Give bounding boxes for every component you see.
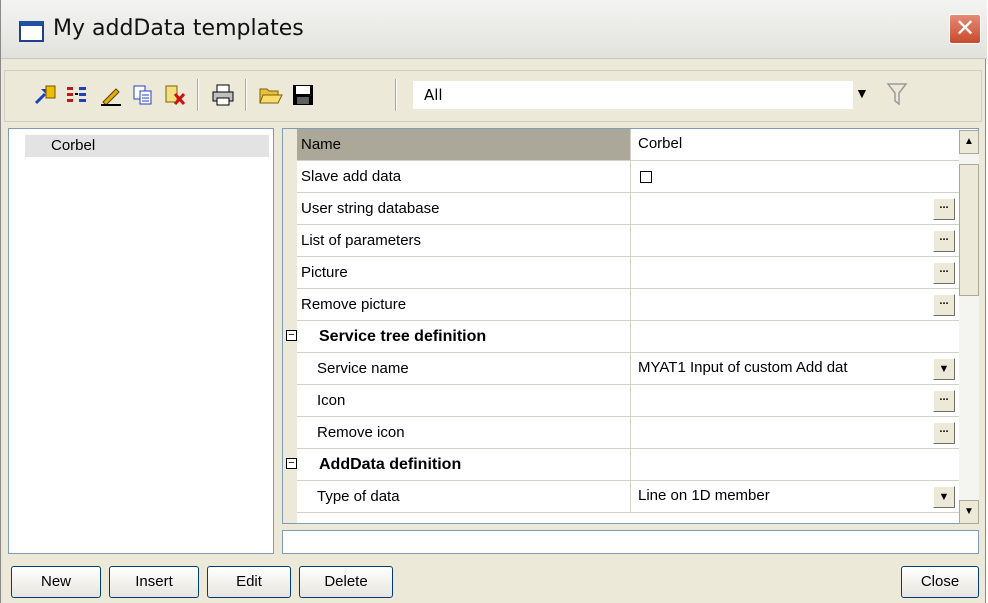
open-folder-icon[interactable]	[257, 81, 285, 109]
addData-templates-window: My addData templates ✕ All ▼ Corbel Name…	[0, 0, 987, 603]
chevron-down-icon[interactable]: ▼	[933, 358, 955, 380]
property-label: Type of data	[297, 481, 631, 512]
browse-button[interactable]: ...	[933, 198, 955, 220]
new-button[interactable]: New	[11, 566, 101, 598]
property-value[interactable]: MYAT1 Input of custom Add dat	[632, 353, 959, 384]
property-value[interactable]: Line on 1D member	[632, 481, 959, 512]
category-adddata-definition[interactable]: − AddData definition	[286, 449, 959, 481]
property-row-type-of-data[interactable]: Type of data Line on 1D member ▼	[297, 481, 959, 513]
property-label: Icon	[297, 385, 631, 416]
slave-add-data-checkbox[interactable]	[640, 171, 652, 183]
close-window-button[interactable]: ✕	[949, 14, 981, 44]
property-row-user-string-database[interactable]: User string database ...	[297, 193, 959, 225]
property-row-name[interactable]: Name Corbel	[297, 129, 959, 161]
chevron-down-icon[interactable]: ▼	[855, 85, 869, 101]
toolbar-separator	[395, 79, 397, 111]
toolbar-separator	[197, 79, 199, 111]
window-title: My addData templates	[53, 16, 304, 41]
window-icon	[19, 21, 44, 42]
close-button[interactable]: Close	[901, 566, 979, 598]
printer-icon[interactable]	[209, 81, 237, 109]
category-service-tree-definition[interactable]: − Service tree definition	[286, 321, 959, 353]
toolbar: All ▼	[4, 70, 982, 122]
property-value[interactable]	[632, 289, 959, 320]
toolbar-separator	[245, 79, 247, 111]
property-value[interactable]	[632, 225, 959, 256]
vertical-scrollbar[interactable]: ▲ ▼	[959, 130, 979, 524]
property-label: Remove icon	[297, 417, 631, 448]
property-label: Picture	[297, 257, 631, 288]
property-label: Service name	[297, 353, 631, 384]
collapse-icon[interactable]: −	[286, 330, 297, 341]
template-list[interactable]: Corbel	[8, 128, 274, 554]
browse-button[interactable]: ...	[933, 390, 955, 412]
delete-button[interactable]: Delete	[299, 566, 393, 598]
filter-icon[interactable]	[885, 80, 909, 108]
scroll-down-icon[interactable]: ▼	[959, 500, 979, 524]
property-value[interactable]	[632, 193, 959, 224]
property-label: Slave add data	[297, 161, 631, 192]
property-row-slave-add-data[interactable]: Slave add data	[297, 161, 959, 193]
property-row-remove-picture[interactable]: Remove picture ...	[297, 289, 959, 321]
save-icon[interactable]	[289, 81, 317, 109]
filter-dropdown[interactable]: All	[413, 81, 853, 109]
property-row-picture[interactable]: Picture ...	[297, 257, 959, 289]
property-row-service-name[interactable]: Service name MYAT1 Input of custom Add d…	[297, 353, 959, 385]
property-grid: Name Corbel Slave add data User string d…	[282, 128, 979, 524]
columns-icon[interactable]	[63, 81, 91, 109]
insert-button[interactable]: Insert	[109, 566, 199, 598]
title-bar: My addData templates ✕	[1, 0, 987, 59]
property-value[interactable]	[632, 417, 959, 448]
browse-button[interactable]: ...	[933, 230, 955, 252]
property-value[interactable]	[632, 385, 959, 416]
chevron-down-icon[interactable]: ▼	[933, 486, 955, 508]
property-label: Remove picture	[297, 289, 631, 320]
category-label: Service tree definition	[297, 321, 631, 352]
import-icon[interactable]	[31, 81, 59, 109]
property-row-icon[interactable]: Icon ...	[297, 385, 959, 417]
category-label: AddData definition	[297, 449, 631, 480]
list-item[interactable]: Corbel	[25, 135, 269, 157]
copy-icon[interactable]	[129, 81, 157, 109]
delete-icon[interactable]	[161, 81, 189, 109]
property-row-list-of-parameters[interactable]: List of parameters ...	[297, 225, 959, 257]
edit-pencil-icon[interactable]	[97, 81, 125, 109]
property-value[interactable]	[632, 257, 959, 288]
browse-button[interactable]: ...	[933, 262, 955, 284]
filter-value: All	[424, 86, 443, 104]
browse-button[interactable]: ...	[933, 422, 955, 444]
scrollbar-thumb[interactable]	[959, 164, 979, 296]
property-label: User string database	[297, 193, 631, 224]
property-value[interactable]	[632, 161, 959, 192]
edit-button[interactable]: Edit	[207, 566, 291, 598]
description-panel	[282, 530, 979, 554]
scroll-up-icon[interactable]: ▲	[959, 130, 979, 154]
property-label: Name	[297, 129, 631, 160]
property-row-remove-icon[interactable]: Remove icon ...	[297, 417, 959, 449]
property-value[interactable]: Corbel	[632, 129, 959, 160]
collapse-icon[interactable]: −	[286, 458, 297, 469]
browse-button[interactable]: ...	[933, 294, 955, 316]
property-label: List of parameters	[297, 225, 631, 256]
